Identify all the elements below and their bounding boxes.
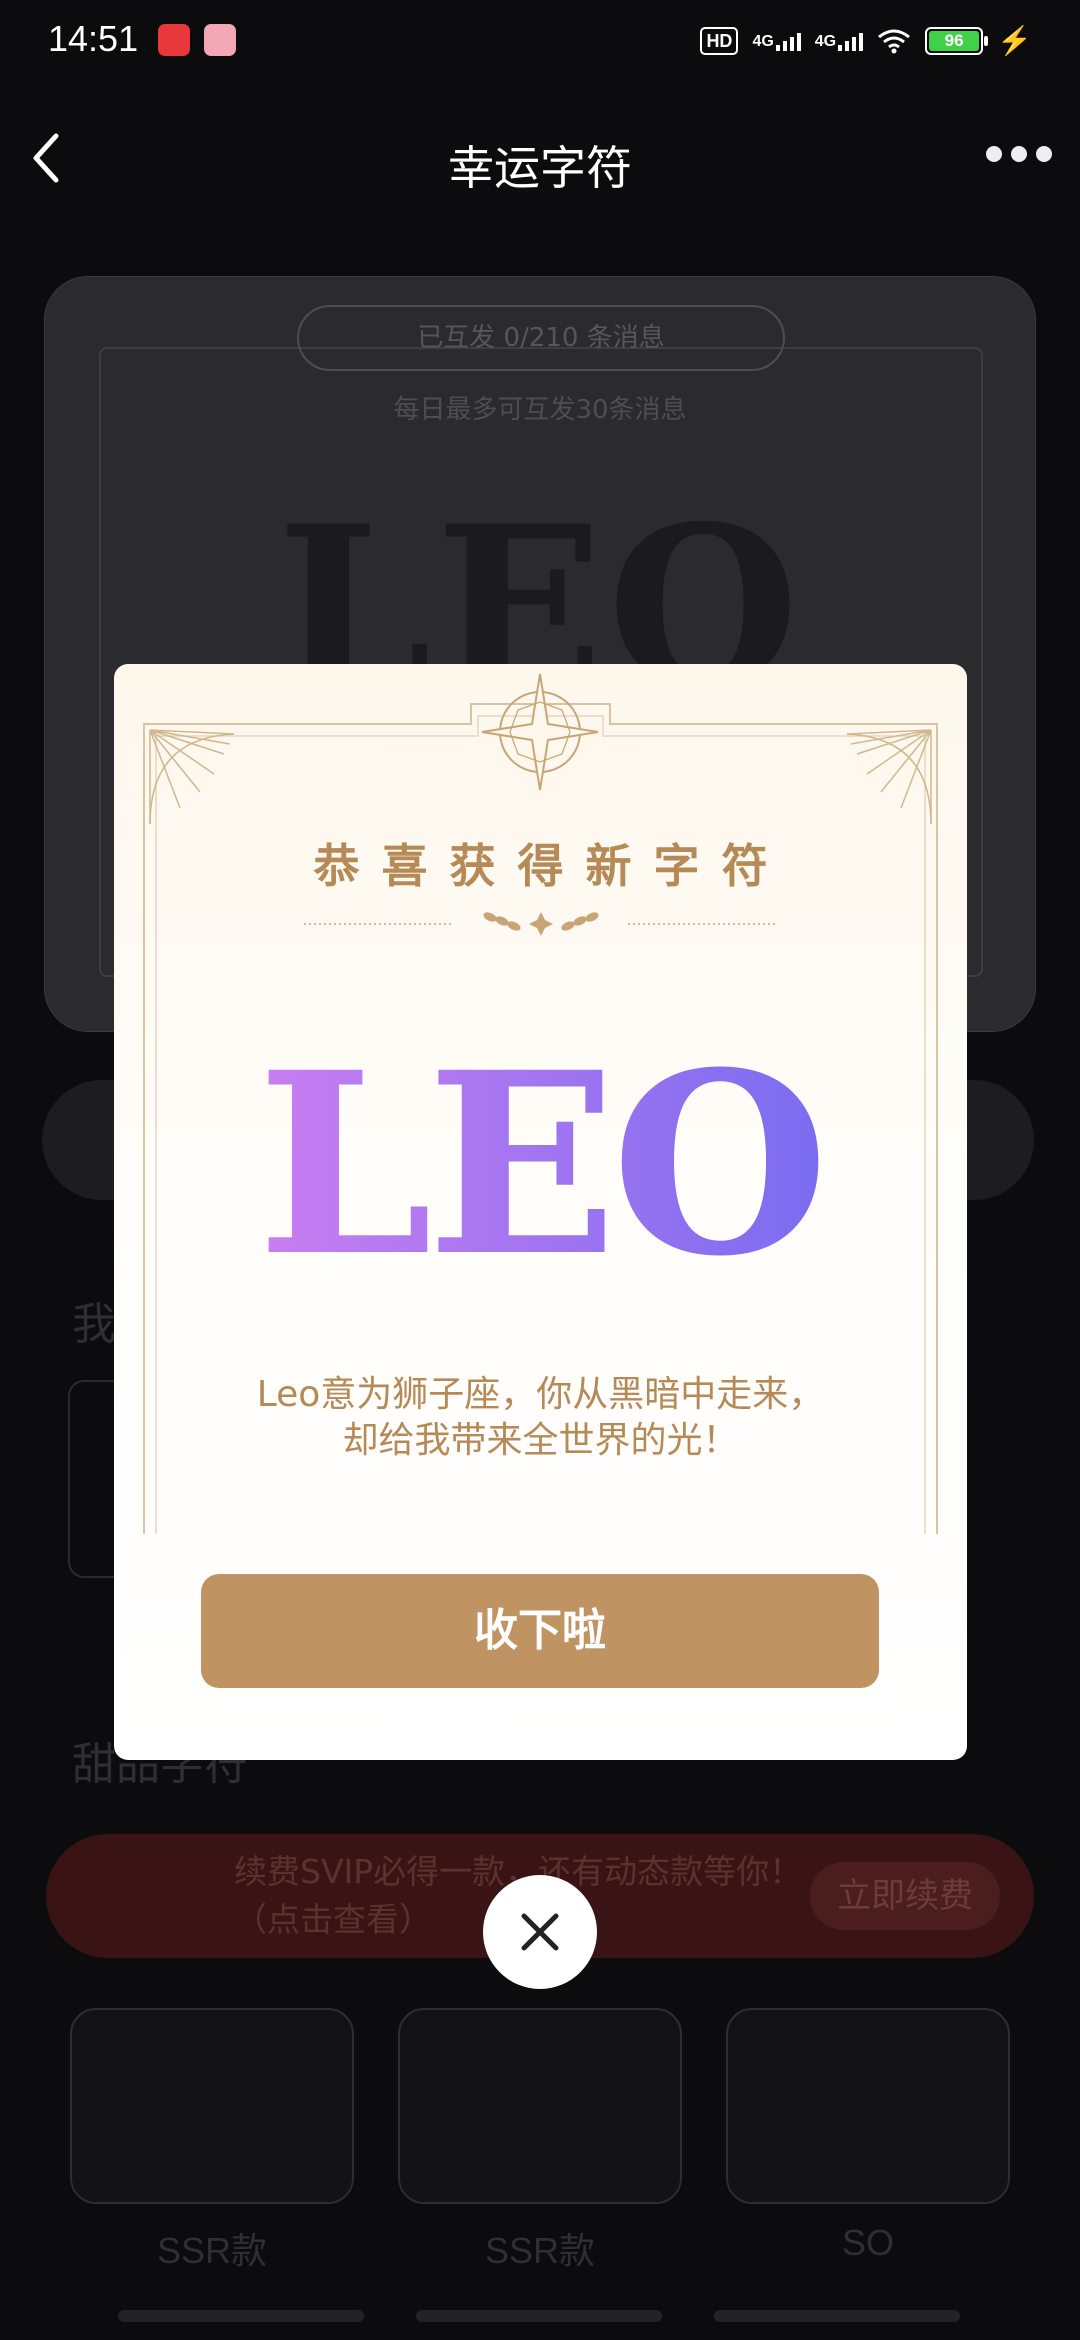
sticker-label: SSR款: [156, 2230, 268, 2271]
charging-icon: ⚡: [997, 25, 1032, 56]
description-line: 却给我带来全世界的光！: [342, 1420, 739, 1461]
close-icon: [521, 1913, 559, 1951]
leo-word: LEO: [257, 1044, 823, 1284]
description-line: Leo意为狮子座，你从黑暗中走来，: [256, 1374, 825, 1415]
modal-title: 恭喜获得新字符: [313, 839, 790, 893]
bottom-card-edge: [714, 2310, 960, 2322]
status-bar: 14:51 HD 4G 4G 96 ⚡: [0, 0, 1080, 84]
bottom-card-edge: [118, 2310, 364, 2322]
modal-description: Leo意为狮子座，你从黑暗中走来， 却给我带来全世界的光！: [154, 1372, 927, 1464]
app-notification-icon: [204, 24, 236, 56]
wifi-icon: [878, 29, 911, 53]
hd-icon: HD: [700, 26, 739, 55]
sticker-label: SO: [841, 2222, 894, 2263]
status-time: 14:51: [48, 18, 139, 59]
bottom-card-edge: [416, 2310, 662, 2322]
sticker-card: [726, 2008, 1010, 2204]
renew-button: 立即续费: [810, 1862, 1000, 1930]
accept-button[interactable]: 收下啦: [201, 1574, 879, 1688]
page-title: 幸运字符: [448, 141, 632, 195]
daily-limit-text: 每日最多可互发30条消息: [393, 395, 687, 425]
sticker-label: SSR款: [484, 2230, 596, 2271]
more-icon[interactable]: [986, 146, 1052, 162]
header: 幸运字符: [0, 110, 1080, 210]
sticker-card: [398, 2008, 682, 2204]
sent-counter: 已互发 0/210 条消息: [297, 305, 785, 371]
battery-icon: 96: [925, 26, 989, 55]
signal-icon: 4G: [815, 31, 864, 51]
app-notification-icon: [158, 24, 190, 56]
leo-word-art: LEO: [257, 1044, 829, 1284]
laurel-divider-icon: [304, 912, 778, 936]
status-indicators: HD 4G 4G 96 ⚡: [700, 24, 1032, 57]
section-label: 我: [72, 1299, 116, 1350]
new-char-modal: 恭喜获得新字符 LEO Leo意为狮子座，你从黑暗中走来， 却给我带来全世界的光…: [114, 664, 967, 1760]
signal-icon: 4G: [752, 31, 801, 51]
sticker-card: [70, 2008, 354, 2204]
close-modal-button[interactable]: [483, 1875, 597, 1989]
